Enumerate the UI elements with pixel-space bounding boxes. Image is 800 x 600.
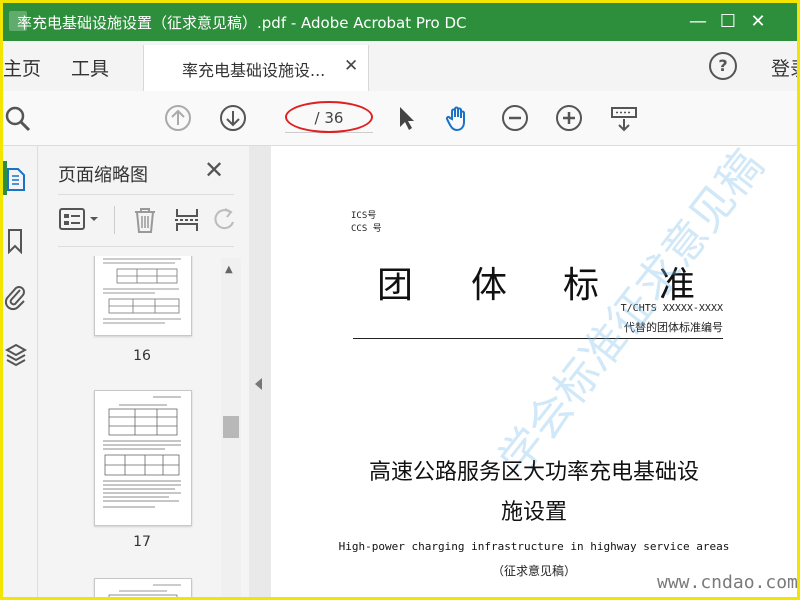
panel-splitter[interactable] — [249, 146, 271, 597]
thumbnail-page-number: 17 — [133, 534, 151, 550]
thumbnail-options-icon[interactable] — [58, 206, 102, 232]
minimize-button[interactable]: — — [687, 11, 709, 33]
chinese-title-line2: 施设置 — [500, 500, 567, 525]
close-window-button[interactable]: ✕ — [747, 11, 769, 33]
help-icon[interactable]: ? — [709, 52, 737, 80]
thumbnail-content — [103, 258, 181, 324]
chinese-title-line1: 高速公路服务区大功率充电基础设 — [368, 460, 699, 485]
tools-tab[interactable]: 工具 — [71, 54, 109, 81]
english-title: High-power charging infrastructure in hi… — [338, 540, 730, 553]
horizontal-rule — [353, 338, 723, 339]
window-title: 率充电基础设施设置（征求意见稿）.pdf - Adobe Acrobat Pro… — [17, 14, 467, 32]
document-tab-label: 率充电基础设施设... — [182, 61, 326, 80]
ccs-label: CCS 号 — [351, 224, 382, 234]
menu-bar: 主页 工具 率充电基础设施设... ✕ ? 登录 — [3, 41, 797, 92]
thumbnail-list: 16 17 — [58, 256, 234, 597]
thumbnail-content — [108, 584, 181, 597]
app-window: 率充电基础设施设置（征求意见稿）.pdf - Adobe Acrobat Pro… — [0, 0, 800, 600]
ics-label: ICS号 — [351, 211, 377, 221]
close-panel-icon[interactable]: ✕ — [204, 156, 224, 184]
page-thumbnails-icon[interactable] — [7, 166, 25, 192]
site-watermark: www.cndao.com — [657, 572, 797, 593]
rotate-page-icon[interactable] — [212, 206, 236, 234]
attachment-icon[interactable] — [5, 284, 27, 312]
search-icon[interactable] — [3, 103, 33, 133]
title-bar: 率充电基础设施设置（征求意见稿）.pdf - Adobe Acrobat Pro… — [3, 3, 797, 41]
title-char: 体 — [471, 265, 508, 306]
scroll-up-icon[interactable]: ▲ — [225, 264, 233, 275]
collapse-panel-icon[interactable] — [255, 378, 262, 390]
next-page-icon[interactable] — [218, 103, 248, 133]
toolbar: / 36 — [3, 91, 797, 146]
scrollbar-thumb[interactable] — [223, 416, 239, 438]
zoom-out-icon[interactable] — [500, 103, 530, 133]
hand-tool-icon[interactable] — [443, 103, 473, 133]
document-tab[interactable]: 率充电基础设施设... ✕ — [143, 45, 369, 91]
select-cursor-icon[interactable] — [391, 103, 421, 133]
bookmark-icon[interactable] — [7, 228, 23, 254]
login-button[interactable]: 登录 — [771, 54, 797, 81]
delete-trash-icon[interactable] — [132, 206, 158, 234]
panel-toolbar — [58, 204, 234, 236]
panel-divider-2 — [58, 246, 234, 247]
page-thumbnail[interactable] — [94, 578, 192, 597]
zoom-in-icon[interactable] — [554, 103, 584, 133]
page-thumbnail[interactable] — [94, 390, 192, 526]
title-char: 团 — [377, 265, 414, 306]
document-page: ICS号 CCS 号 团 体 标 准 T/CHTS XXXXX-XXXX 代替的… — [271, 146, 797, 597]
highlight-ellipse — [285, 101, 373, 133]
panel-divider — [58, 194, 234, 195]
thumbnail-scrollbar[interactable]: ▲ — [221, 258, 241, 597]
close-tab-icon[interactable]: ✕ — [344, 56, 358, 76]
layers-icon[interactable] — [5, 342, 27, 368]
watermark-text: 学会标准征求意见稿 — [489, 146, 774, 485]
toolbar-separator — [114, 206, 115, 234]
keyboard-scroll-icon[interactable] — [609, 103, 639, 133]
left-navigation-rail — [3, 146, 37, 597]
thumbnail-panel: 页面缩略图 ✕ 16 17 — [37, 146, 250, 597]
insert-page-icon[interactable] — [174, 206, 200, 234]
home-tab[interactable]: 主页 — [3, 54, 41, 81]
maximize-button[interactable]: ☐ — [717, 11, 739, 33]
page-thumbnail[interactable] — [94, 256, 192, 336]
previous-page-icon[interactable] — [163, 103, 193, 133]
thumbnail-page-number: 16 — [133, 348, 151, 364]
panel-title: 页面缩略图 — [58, 165, 148, 186]
thumbnail-content — [103, 396, 181, 508]
page-number-field[interactable]: / 36 — [285, 101, 373, 133]
